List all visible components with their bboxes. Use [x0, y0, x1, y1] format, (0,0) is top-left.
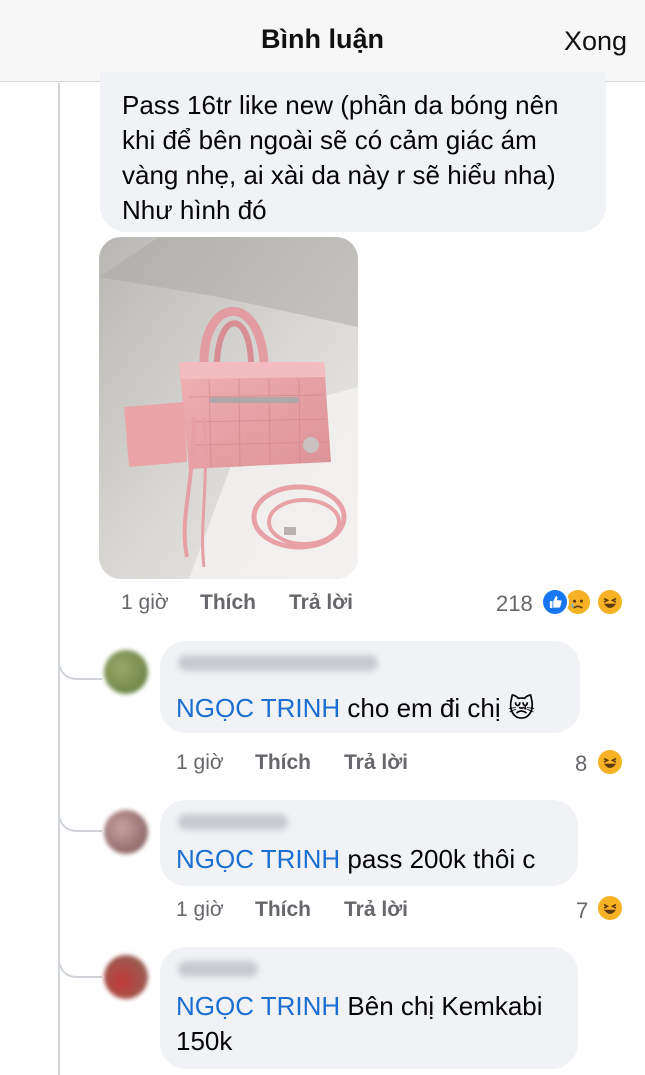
page-title: Bình luận	[261, 24, 384, 54]
like-button[interactable]: Thích	[255, 898, 311, 922]
thread-connector	[58, 620, 102, 680]
like-button[interactable]: Thích	[200, 591, 256, 615]
reply-body: Bên chị Kemkabi	[340, 991, 543, 1021]
reply-text-line2: 150k	[176, 1026, 233, 1056]
bag-photo-image	[99, 237, 358, 579]
reaction-count[interactable]: 7	[576, 898, 588, 924]
avatar[interactable]	[104, 650, 148, 694]
reply-button[interactable]: Trả lời	[344, 751, 408, 775]
reply-body: cho em đi chị 😿	[340, 693, 535, 723]
reply-text: NGỌC TRINH Bên chị Kemkabi	[176, 989, 543, 1024]
author-name-blurred[interactable]	[178, 655, 378, 671]
reply-bubble[interactable]: NGỌC TRINH Bên chị Kemkabi 150k	[160, 947, 578, 1069]
comments-header: Bình luận Xong	[0, 0, 645, 82]
reply-text: NGỌC TRINH pass 200k thôi c	[176, 842, 535, 877]
comment-time: 1 giờ	[121, 591, 169, 614]
comment-line: khi để bên ngoài sẽ có cảm giác ám	[122, 125, 537, 155]
author-name-blurred[interactable]	[178, 814, 288, 830]
haha-icon	[596, 588, 624, 616]
like-icon	[541, 588, 569, 616]
thread-connector	[58, 780, 102, 832]
comment-line: Pass 16tr like new (phần da bóng nên	[122, 90, 559, 120]
comment-line: vàng nhẹ, ai xài da này r sẽ hiểu nha)	[122, 160, 556, 190]
reply-body: pass 200k thôi c	[340, 844, 536, 874]
haha-icon	[596, 748, 624, 776]
mention-link[interactable]: NGỌC TRINH	[176, 991, 340, 1021]
reply-bubble[interactable]: NGỌC TRINH pass 200k thôi c	[160, 800, 578, 886]
like-button[interactable]: Thích	[255, 751, 311, 775]
avatar[interactable]	[104, 810, 148, 854]
reply-button[interactable]: Trả lời	[289, 591, 353, 615]
reply-bubble[interactable]: NGỌC TRINH cho em đi chị 😿	[160, 641, 580, 733]
reply-text: NGỌC TRINH cho em đi chị 😿	[176, 691, 535, 726]
author-name-blurred[interactable]	[178, 961, 258, 977]
reaction-count[interactable]: 218	[496, 591, 533, 617]
haha-icon	[596, 894, 624, 922]
thread-connector	[58, 920, 102, 978]
mention-link[interactable]: NGỌC TRINH	[176, 844, 340, 874]
reply-time: 1 giờ	[176, 898, 224, 921]
comment-line: Như hình đó	[122, 195, 267, 225]
avatar[interactable]	[104, 955, 148, 999]
comment-bubble[interactable]: Pass 16tr like new (phần da bóng nên khi…	[100, 72, 606, 232]
done-button[interactable]: Xong	[564, 26, 627, 57]
reply-time: 1 giờ	[176, 751, 224, 774]
reply-button[interactable]: Trả lời	[344, 898, 408, 922]
reaction-count[interactable]: 8	[575, 751, 587, 777]
mention-link[interactable]: NGỌC TRINH	[176, 693, 340, 723]
comment-photo[interactable]	[99, 237, 358, 579]
